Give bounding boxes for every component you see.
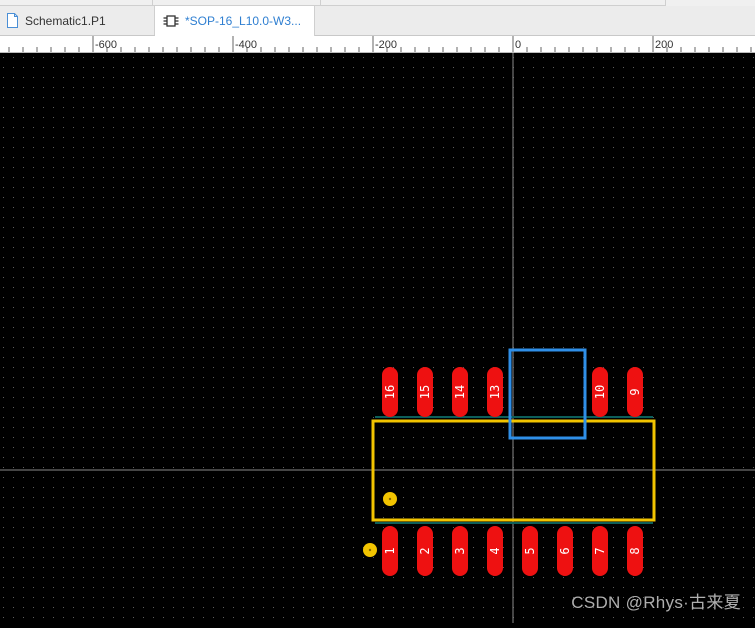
pad-number: 9: [628, 388, 642, 395]
pad-number: 1: [383, 547, 397, 554]
tab-label: *SOP-16_L10.0-W3...: [185, 14, 302, 28]
pad-4[interactable]: 4: [487, 526, 503, 576]
pad-8[interactable]: 8: [627, 526, 643, 576]
pad-number: 4: [488, 547, 502, 554]
ruler-tick-label: 200: [655, 39, 673, 51]
ruler-tick-label: -400: [235, 39, 257, 51]
pad-7[interactable]: 7: [592, 526, 608, 576]
pad-10[interactable]: 10: [592, 367, 608, 417]
pad-2[interactable]: 2: [417, 526, 433, 576]
document-icon: [6, 13, 19, 28]
pad-number: 16: [383, 385, 397, 399]
ruler-tick-label: 0: [515, 39, 521, 51]
pad-number: 14: [453, 385, 467, 399]
pin1-marker-center: [388, 497, 392, 501]
pad-5[interactable]: 5: [522, 526, 538, 576]
pad-13[interactable]: 13: [487, 367, 503, 417]
ruler-tick-label: -200: [375, 39, 397, 51]
pad-9[interactable]: 9: [627, 367, 643, 417]
footprint-icon: [163, 14, 179, 28]
canvas-drawing[interactable]: 16 15 14 13 10 9 1 2 3 4 5 6 7 8: [0, 53, 755, 623]
pad-number: 8: [628, 547, 642, 554]
watermark: CSDN @Rhys·古来夏: [571, 593, 741, 612]
pad-number: 2: [418, 547, 432, 554]
horizontal-ruler[interactable]: -600 -400 -200 0 200: [0, 36, 755, 53]
pin1-indicator-center: [368, 548, 372, 552]
pad-number: 10: [593, 385, 607, 399]
pad-number: 5: [523, 547, 537, 554]
tab-schematic[interactable]: Schematic1.P1: [0, 6, 155, 35]
tab-footprint[interactable]: *SOP-16_L10.0-W3...: [155, 6, 315, 36]
tab-label: Schematic1.P1: [25, 13, 106, 28]
pad-16[interactable]: 16: [382, 367, 398, 417]
ruler-scale: -600 -400 -200 0 200: [8, 36, 752, 52]
pad-1[interactable]: 1: [382, 526, 398, 576]
pcb-canvas[interactable]: 16 15 14 13 10 9 1 2 3 4 5 6 7 8 CSDN @Rhys·古来夏: [0, 53, 755, 623]
tab-bar: Schematic1.P1 *SOP-16_L10.0-W3...: [0, 6, 755, 36]
pad-number: 15: [418, 385, 432, 399]
pad-6[interactable]: 6: [557, 526, 573, 576]
pad-number: 13: [488, 385, 502, 399]
pad-number: 3: [453, 547, 467, 554]
pad-14[interactable]: 14: [452, 367, 468, 417]
pad-number: 6: [558, 547, 572, 554]
pad-15[interactable]: 15: [417, 367, 433, 417]
pad-number: 7: [593, 547, 607, 554]
pad-3[interactable]: 3: [452, 526, 468, 576]
ruler-tick-label: -600: [95, 39, 117, 51]
